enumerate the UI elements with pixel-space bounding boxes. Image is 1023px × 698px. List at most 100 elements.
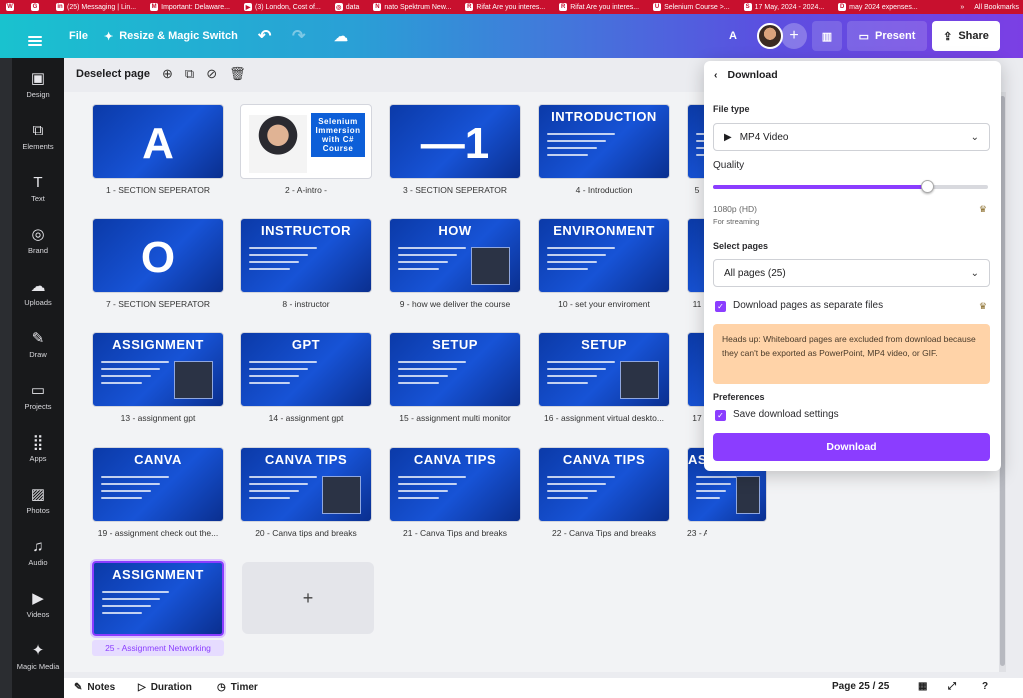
- bookmark-item[interactable]: Dmay 2024 expenses...: [838, 3, 918, 11]
- bookmark-item[interactable]: U Selenium Course >...: [653, 3, 730, 11]
- page-thumbnail[interactable]: A: [92, 104, 224, 179]
- redo-icon[interactable]: ↷: [292, 21, 305, 51]
- share-button[interactable]: ⇪ Share: [932, 21, 1000, 51]
- file-menu-button[interactable]: File: [69, 21, 88, 51]
- page-thumbnail[interactable]: ASSIGNMENT: [92, 561, 224, 636]
- back-chevron-icon[interactable]: ‹: [714, 69, 718, 81]
- side-rail: ▣ Design ⧉ Elements T Text ◎ Brand ☁ Uploads ✎ Draw…: [12, 58, 64, 698]
- cloud-save-icon[interactable]: ☁: [334, 21, 348, 51]
- page-thumbnail[interactable]: CANVA TIPS: [538, 447, 670, 522]
- bookmark-item[interactable]: W: [6, 3, 17, 11]
- magic-media-icon: ✦: [31, 642, 45, 659]
- duration-button[interactable]: ▷ Duration: [138, 682, 192, 693]
- bookmark-item[interactable]: in (25) Messaging | Lin...: [56, 3, 136, 11]
- add-collaborator-icon[interactable]: +: [781, 23, 807, 49]
- page-thumbnail[interactable]: ENVIRONMENT: [538, 218, 670, 293]
- duplicate-page-icon[interactable]: ⧉: [185, 66, 194, 82]
- bookmark-favicon: M: [150, 3, 159, 11]
- add-page-button[interactable]: +: [242, 562, 374, 634]
- avatar[interactable]: [757, 23, 783, 49]
- add-page-icon[interactable]: ⊕: [162, 66, 173, 82]
- bookmark-item[interactable]: Nnato Spektrum New...: [373, 3, 451, 11]
- page-label: 1 - SECTION SEPERATOR: [105, 185, 211, 195]
- select-pages-value: All pages (25): [724, 267, 786, 279]
- page-label: 13 - assignment gpt: [120, 413, 196, 423]
- file-type-select[interactable]: ▶ MP4 Video ⌄: [713, 123, 990, 151]
- resize-magic-switch-button[interactable]: ✦ Resize & Magic Switch: [104, 21, 238, 51]
- bookmark-item[interactable]: R Rifat Are you interes...: [559, 3, 639, 11]
- text-icon: T: [33, 174, 43, 191]
- user-initial[interactable]: A: [729, 21, 737, 51]
- bookmark-item[interactable]: ◎ data: [334, 3, 359, 11]
- quality-slider-knob[interactable]: [921, 180, 935, 193]
- bookmark-item[interactable]: M Important: Delaware...: [150, 3, 230, 11]
- bookmark-item[interactable]: R Rifat Are you interes...: [465, 3, 545, 11]
- upload-icon: ⇪: [943, 30, 953, 43]
- grid-view-icon[interactable]: ▦: [918, 681, 927, 692]
- page-indicator[interactable]: Page 25 / 25: [832, 681, 889, 692]
- rail-item-design[interactable]: ▣ Design: [12, 70, 64, 99]
- page-thumbnail[interactable]: —1: [389, 104, 521, 179]
- page-thumbnail[interactable]: SETUP: [389, 332, 521, 407]
- bookmarks-more-button[interactable]: »: [960, 4, 964, 11]
- present-button[interactable]: ▭ Present: [847, 21, 927, 51]
- share-label: Share: [958, 30, 989, 42]
- download-button[interactable]: Download: [713, 433, 990, 461]
- select-pages-dropdown[interactable]: All pages (25) ⌄: [713, 259, 990, 287]
- bookmark-label: Selenium Course >...: [664, 3, 730, 11]
- rail-item-text[interactable]: T Text: [12, 174, 64, 203]
- menu-icon[interactable]: [28, 36, 42, 46]
- page-thumbnail[interactable]: CANVA: [92, 447, 224, 522]
- hide-page-icon[interactable]: ⊘: [206, 66, 217, 82]
- timer-button[interactable]: ◷ Timer: [217, 682, 258, 693]
- bookmark-item[interactable]: ▶ (3) London, Cost of...: [244, 3, 321, 11]
- quality-slider-fill: [713, 185, 928, 189]
- rail-item-projects[interactable]: ▭ Projects: [12, 382, 64, 411]
- separate-files-checkbox[interactable]: ✓: [715, 301, 726, 312]
- page-thumbnail[interactable]: INSTRUCTOR: [240, 218, 372, 293]
- elements-icon: ⧉: [32, 122, 44, 139]
- rail-item-magic-media[interactable]: ✦ Magic Media: [12, 642, 64, 671]
- delete-page-icon[interactable]: 🗑: [229, 66, 246, 82]
- bottom-bar: ✎ Notes ▷ Duration ◷ Timer Page 25 / 25 …: [64, 678, 1023, 698]
- insights-chart-icon[interactable]: ▥: [812, 21, 842, 51]
- slide-title: ASSIGNMENT: [112, 337, 204, 352]
- save-settings-checkbox[interactable]: ✓: [715, 410, 726, 421]
- page-thumbnail[interactable]: CANVA TIPS: [240, 447, 372, 522]
- page-thumbnail[interactable]: HOW: [389, 218, 521, 293]
- deselect-page-button[interactable]: Deselect page: [76, 68, 150, 80]
- quality-slider[interactable]: [713, 180, 988, 193]
- page-label: 10 - set your enviroment: [558, 299, 650, 309]
- page-thumbnail[interactable]: Selenium Immersion with C# Course: [240, 104, 372, 179]
- rail-item-elements[interactable]: ⧉ Elements: [12, 122, 64, 151]
- page-thumbnail[interactable]: SETUP: [538, 332, 670, 407]
- audio-icon: ♫: [32, 538, 44, 555]
- chevron-down-icon: ⌄: [970, 131, 979, 143]
- rail-item-videos[interactable]: ▶ Videos: [12, 590, 64, 619]
- bookmark-item[interactable]: S 17 May, 2024 - 2024...: [743, 3, 824, 11]
- slide-title: Selenium Immersion with C# Course: [311, 113, 365, 157]
- timer-icon: ◷: [217, 682, 226, 693]
- help-icon[interactable]: ?: [982, 681, 988, 692]
- rail-item-brand[interactable]: ◎ Brand: [12, 226, 64, 255]
- bookmark-item[interactable]: G: [31, 3, 42, 11]
- all-bookmarks-button[interactable]: All Bookmarks: [974, 4, 1019, 11]
- rail-item-uploads[interactable]: ☁ Uploads: [12, 278, 64, 307]
- page-thumbnail[interactable]: ASSIGNMENT: [92, 332, 224, 407]
- page-thumbnail[interactable]: INTRODUCTION: [538, 104, 670, 179]
- photos-icon: ▨: [30, 486, 46, 503]
- download-panel-header: ‹ Download: [714, 69, 778, 81]
- slide-title: INTRODUCTION: [551, 109, 657, 124]
- undo-icon[interactable]: ↶: [258, 21, 271, 51]
- rail-item-audio[interactable]: ♫ Audio: [12, 538, 64, 567]
- page-thumbnail[interactable]: CANVA TIPS: [389, 447, 521, 522]
- rail-item-apps[interactable]: ⣿ Apps: [12, 434, 64, 463]
- notes-button[interactable]: ✎ Notes: [74, 682, 115, 693]
- rail-item-draw[interactable]: ✎ Draw: [12, 330, 64, 359]
- page-thumbnail[interactable]: GPT: [240, 332, 372, 407]
- rail-item-photos[interactable]: ▨ Photos: [12, 486, 64, 515]
- rail-item-label: Brand: [27, 246, 48, 255]
- fullscreen-icon[interactable]: ⤢: [948, 681, 956, 692]
- apps-icon: ⣿: [32, 434, 44, 451]
- page-thumbnail[interactable]: O: [92, 218, 224, 293]
